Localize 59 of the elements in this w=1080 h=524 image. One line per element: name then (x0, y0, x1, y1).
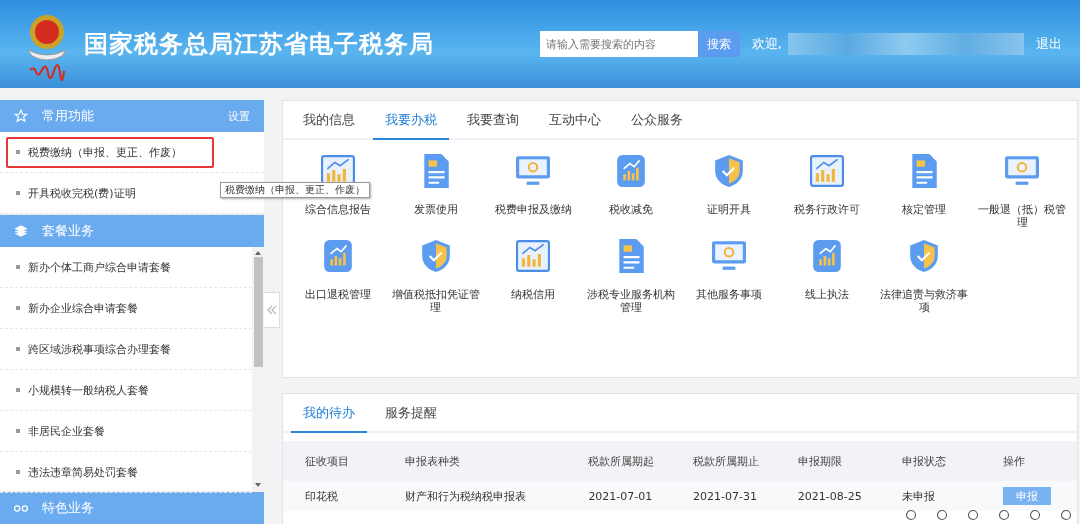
service-tile[interactable]: 其他服务事项 (680, 239, 778, 314)
tab[interactable]: 我的信息 (291, 101, 367, 140)
table-cell: 2021-07-31 (671, 481, 776, 511)
column-header: 税款所属期止 (671, 441, 776, 481)
column-header: 征收项目 (283, 441, 384, 481)
welcome-text: 欢迎, (751, 35, 782, 53)
service-tile[interactable]: 发票使用 (386, 154, 485, 229)
tab[interactable]: 服务提醒 (373, 394, 449, 433)
service-tile[interactable]: 出口退税管理 (289, 239, 387, 314)
sidebar-item[interactable]: 跨区域涉税事项综合办理套餐 (6, 333, 181, 365)
layers-icon (14, 224, 28, 238)
tab[interactable]: 互动中心 (537, 101, 613, 140)
table-cell: 印花税 (283, 481, 384, 511)
site-title: 国家税务总局江苏省电子税务局 (84, 29, 434, 60)
service-tile[interactable]: 核定管理 (875, 154, 974, 229)
grid-icon (14, 504, 28, 512)
service-tile[interactable]: 法律追责与救济事项 (875, 239, 974, 314)
column-header: 操作 (980, 441, 1077, 481)
monitor-icon (516, 154, 551, 188)
scroll-down-icon[interactable] (255, 483, 261, 487)
scroll-up-icon[interactable] (255, 251, 261, 255)
service-tile[interactable]: 税务行政许可 (777, 154, 876, 229)
table-cell: 财产和行为税纳税申报表 (383, 481, 567, 511)
service-tile[interactable]: 纳税信用 (484, 239, 583, 314)
monitor-icon (711, 239, 746, 273)
column-header: 申报期限 (775, 441, 881, 481)
sidebar-item[interactable]: 违法违章简易处罚套餐 (6, 456, 148, 488)
collapse-handle[interactable] (264, 292, 280, 328)
star-icon (14, 109, 28, 123)
sidebar-item[interactable]: 小规模转一般纳税人套餐 (6, 374, 159, 406)
tab[interactable]: 公众服务 (619, 101, 695, 140)
tab[interactable]: 我要查询 (455, 101, 531, 140)
section-title: 套餐业务 (42, 222, 95, 240)
sidebar-item[interactable]: 开具税收完税(费)证明 (6, 177, 146, 209)
scrollbar[interactable] (252, 247, 264, 491)
tab[interactable]: 我的待办 (291, 394, 367, 433)
section-title: 特色业务 (42, 499, 95, 517)
service-tile[interactable]: 税收减免 (582, 154, 680, 229)
sidebar-item[interactable]: 非居民企业套餐 (6, 415, 115, 447)
tab[interactable]: 我要办税 (373, 101, 449, 140)
service-tile[interactable]: 一般退（抵）税管理 (973, 154, 1071, 229)
table-cell: 未申报 (880, 481, 981, 511)
column-header: 税款所属期起 (566, 441, 672, 481)
service-tile[interactable]: 线上执法 (777, 239, 876, 314)
double-chevron-icon (265, 304, 278, 316)
table-cell: 2021-07-01 (566, 481, 672, 511)
service-tile[interactable]: 税费申报及缴纳 (484, 154, 583, 229)
sidebar-item[interactable]: 新办个体工商户综合申请套餐 (6, 251, 181, 283)
service-tile[interactable]: 证明开具 (680, 154, 778, 229)
tooltip: 税费缴纳（申报、更正、作废） (220, 182, 370, 198)
column-header: 申报状态 (880, 441, 981, 481)
search-field[interactable]: 请输入需要搜索的内容 (539, 31, 698, 57)
section-title: 常用功能 (42, 107, 95, 125)
service-tile[interactable]: 增值税抵扣凭证管理 (386, 239, 485, 314)
sidebar-item[interactable]: 税费缴纳（申报、更正、作废） (6, 136, 214, 168)
column-header: 申报表种类 (383, 441, 567, 481)
sidebar-item[interactable]: 新办企业综合申请套餐 (6, 292, 148, 324)
service-tile[interactable]: 涉税专业服务机构管理 (582, 239, 680, 314)
table-cell: 2021-08-25 (775, 481, 881, 511)
